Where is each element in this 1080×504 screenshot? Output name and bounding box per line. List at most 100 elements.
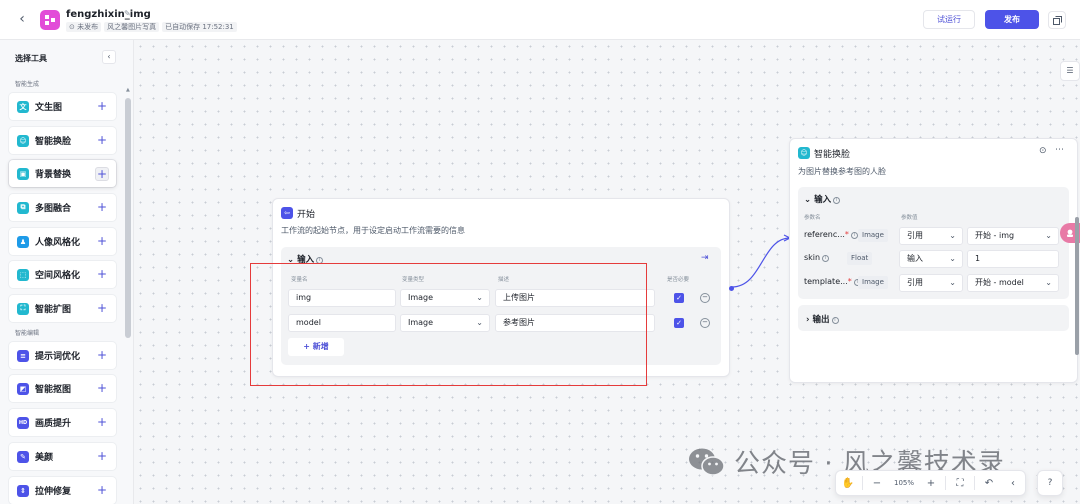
face-swap-node-description: 为图片替换参考图的人脸 — [798, 167, 886, 176]
window-icon[interactable] — [1048, 11, 1066, 29]
back-arrow-icon[interactable]: ‹ — [14, 11, 30, 27]
param-value-field[interactable]: 开始 - model ⌄ — [967, 274, 1059, 292]
param-mode-value: 输入 — [907, 254, 923, 263]
tool-item[interactable]: ≡ 提示词优化 + — [9, 342, 116, 369]
param-value-field[interactable]: 开始 - img ⌄ — [967, 227, 1059, 245]
tool-item[interactable]: ▣ 背景替换 + — [9, 160, 116, 187]
tool-label: 拉伸修复 — [35, 487, 72, 497]
project-name-badge: 风之馨图片写真 — [104, 22, 160, 32]
tool-label: 美颜 — [35, 453, 54, 463]
tool-icon: ☺ — [17, 134, 29, 147]
face-swap-node[interactable]: ☺ 智能换脸 ⊙ ⋯ 为图片替换参考图的人脸 ⌄ 输入 i 参数名 参数值 ref… — [789, 138, 1078, 383]
output-label: 输出 — [812, 315, 830, 325]
add-icon[interactable]: + — [95, 483, 109, 498]
publish-status-badge: ⊙ 未发布 — [66, 22, 102, 32]
tool-icon: HD — [17, 416, 29, 429]
required-checkbox[interactable]: ✓ — [674, 293, 684, 303]
fit-view-icon[interactable]: ⛶ — [948, 478, 972, 489]
top-header: ‹ fengzhixin_img ✎ ⊙ 未发布 风之馨图片写真 已自动保存 1… — [0, 0, 1080, 40]
run-node-icon[interactable]: ⊙ — [1039, 146, 1047, 156]
input-label: 输入 — [814, 195, 832, 205]
add-icon[interactable]: + — [95, 267, 109, 282]
start-node-title: 开始 — [297, 210, 316, 220]
scroll-up-icon[interactable]: ▲ — [126, 87, 130, 93]
output-port[interactable] — [729, 286, 734, 291]
workflow-app-icon — [40, 10, 60, 30]
swap-output-panel: › 输出 i — [798, 305, 1069, 331]
hand-tool-icon[interactable]: ✋ — [836, 478, 860, 489]
tool-icon: ⧉ — [17, 201, 29, 214]
tool-label: 人像风格化 — [35, 238, 81, 248]
tool-item[interactable]: ⇕ 拉伸修复 + — [9, 477, 116, 504]
chevron-right-icon: › — [806, 315, 810, 325]
tool-item[interactable]: ☺ 智能换脸 + — [9, 127, 116, 154]
param-mode-select[interactable]: 引用 ⌄ — [899, 274, 963, 292]
autosave-badge: 已自动保存 17:52:31 — [162, 22, 237, 32]
test-run-button[interactable]: 试运行 — [923, 10, 975, 29]
divider — [974, 476, 975, 490]
required-checkbox[interactable]: ✓ — [674, 318, 684, 328]
tool-icon: ✎ — [17, 450, 29, 463]
add-icon[interactable]: + — [95, 415, 109, 430]
edit-icon[interactable]: ✎ — [124, 9, 131, 18]
tool-sidebar: 选择工具 ‹ 智能生成 智能编辑 ▲ 文文生图 + ☺ 智能换脸 + ▣ 背景替换 + ⧉ 多图融… — [0, 40, 134, 504]
tool-label: 智能扩图 — [35, 305, 72, 315]
canvas-toolbar: ✋ − 105% + ⛶ ↶ ‹ — [835, 470, 1026, 496]
undo-icon[interactable]: ↶ — [977, 478, 1001, 489]
tool-item[interactable]: ♟ 人像风格化 + — [9, 228, 116, 255]
add-icon[interactable]: + — [95, 99, 109, 114]
param-mode-select[interactable]: 输入 ⌄ — [899, 250, 963, 268]
remove-row-icon[interactable]: − — [700, 318, 710, 328]
add-icon[interactable]: + — [95, 449, 109, 464]
tool-label: 多图融合 — [35, 204, 72, 214]
info-icon[interactable]: i — [850, 232, 858, 239]
param-type-tag: Image — [858, 229, 888, 242]
param-name: referenc...* i — [804, 230, 858, 239]
tool-item[interactable]: ⛶ 智能扩图 + — [9, 295, 116, 322]
param-mode-value: 引用 — [907, 231, 923, 240]
collapse-sidebar-icon[interactable]: ‹ — [102, 50, 116, 64]
tool-item[interactable]: ⬚ 空间风格化 + — [9, 261, 116, 288]
param-type-tag: Image — [858, 276, 888, 289]
zoom-in-icon[interactable]: + — [919, 478, 943, 489]
sidebar-scrollbar[interactable] — [125, 98, 131, 338]
add-icon[interactable]: + — [95, 348, 109, 363]
tool-label: 空间风格化 — [35, 271, 81, 281]
add-icon[interactable]: + — [95, 301, 109, 316]
canvas-scrollbar[interactable] — [1075, 217, 1079, 355]
back-icon[interactable]: ‹ — [1001, 478, 1025, 489]
param-type-tag: Float — [847, 252, 873, 265]
remove-row-icon[interactable]: − — [700, 293, 710, 303]
chevron-down-icon: ⌄ — [1045, 231, 1052, 240]
tool-item[interactable]: 文文生图 + — [9, 93, 116, 120]
tool-item[interactable]: ◩ 智能抠图 + — [9, 375, 116, 402]
add-icon[interactable]: + — [95, 234, 109, 249]
add-icon[interactable]: + — [95, 166, 109, 181]
zoom-level[interactable]: 105% — [889, 479, 919, 487]
publish-button[interactable]: 发布 — [985, 10, 1039, 29]
export-icon[interactable]: ⇥ — [701, 253, 709, 263]
swap-input-section-title[interactable]: ⌄ 输入 i — [804, 193, 841, 205]
add-icon[interactable]: + — [95, 200, 109, 215]
swap-output-section-title[interactable]: › 输出 i — [806, 313, 839, 325]
tool-item[interactable]: HD 画质提升 + — [9, 409, 116, 436]
info-icon[interactable]: i — [833, 197, 841, 204]
info-icon[interactable]: i — [822, 255, 830, 262]
help-icon[interactable]: ? — [1037, 470, 1063, 496]
tool-item[interactable]: ⧉ 多图融合 + — [9, 194, 116, 221]
sidebar-title: 选择工具 — [15, 54, 47, 63]
face-swap-node-title: 智能换脸 — [814, 150, 851, 160]
zoom-out-icon[interactable]: − — [865, 478, 889, 489]
workflow-canvas[interactable]: ☰ ⇦ 开始 工作流的起始节点，用于设定启动工作流需要的信息 ⌄ 输入 i ⇥ 变… — [134, 40, 1080, 504]
info-icon[interactable]: i — [831, 317, 839, 324]
add-icon[interactable]: + — [95, 381, 109, 396]
param-value-field[interactable]: 1 — [967, 250, 1059, 268]
param-name-text: referenc... — [804, 230, 845, 239]
add-icon[interactable]: + — [95, 133, 109, 148]
param-mode-value: 引用 — [907, 278, 923, 287]
param-name: template...*i — [804, 277, 861, 286]
chevron-down-icon: ⌄ — [949, 278, 956, 287]
tool-item[interactable]: ✎ 美颜 + — [9, 443, 116, 470]
param-mode-select[interactable]: 引用 ⌄ — [899, 227, 963, 245]
more-icon[interactable]: ⋯ — [1055, 145, 1064, 155]
